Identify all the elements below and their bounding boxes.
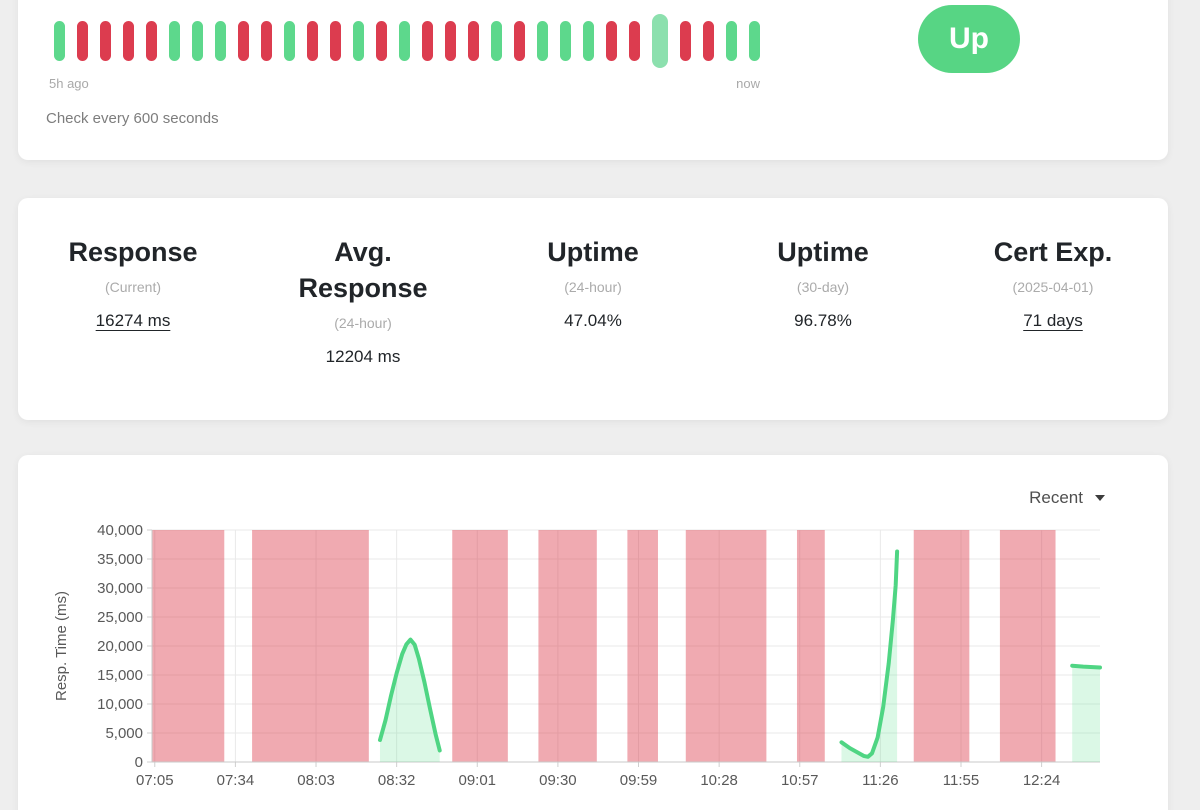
heartbeat-down — [330, 21, 341, 61]
heartbeat-start-time: 5h ago — [49, 76, 89, 91]
stats-row: Response (Current) 16274 ms Avg. Respons… — [18, 198, 1168, 367]
downtime-band — [797, 530, 825, 762]
heartbeat-down — [376, 21, 387, 61]
stat-subtitle: (2025-04-01) — [968, 279, 1138, 295]
x-tick-label: 09:01 — [458, 772, 496, 789]
response-area-segment — [1072, 666, 1100, 762]
stat-title: Cert Exp. — [968, 234, 1138, 270]
heartbeat-up — [583, 21, 594, 61]
y-tick-label: 35,000 — [97, 551, 143, 568]
monitor-page: 5h ago now Check every 600 seconds Up Re… — [0, 0, 1200, 810]
downtime-band — [452, 530, 508, 762]
heartbeat-down — [606, 21, 617, 61]
heartbeat-up — [169, 21, 180, 61]
y-tick-label: 25,000 — [97, 609, 143, 626]
heartbeat-end-time: now — [736, 76, 760, 91]
stat-value-uptime-24h: 47.04% — [564, 311, 622, 331]
downtime-band — [152, 530, 224, 762]
stat-value-cert-exp[interactable]: 71 days — [1023, 311, 1083, 331]
downtime-band — [914, 530, 970, 762]
heartbeat-down — [100, 21, 111, 61]
y-tick-label: 0 — [135, 754, 143, 771]
heartbeat-bar — [54, 13, 760, 69]
stat-subtitle: (30-day) — [738, 279, 908, 295]
heartbeat-down — [514, 21, 525, 61]
x-tick-label: 08:32 — [378, 772, 416, 789]
x-tick-label: 09:30 — [539, 772, 577, 789]
heartbeat-up — [749, 21, 760, 61]
heartbeat-down — [146, 21, 157, 61]
heartbeat-down — [468, 21, 479, 61]
stat-response-current: Response (Current) 16274 ms — [18, 234, 248, 367]
stat-value-response-current[interactable]: 16274 ms — [96, 311, 171, 331]
heartbeat-down — [77, 21, 88, 61]
heartbeat-down — [307, 21, 318, 61]
y-tick-label: 30,000 — [97, 580, 143, 597]
y-tick-label: 40,000 — [97, 522, 143, 539]
y-axis-title: Resp. Time (ms) — [53, 591, 70, 701]
downtime-band — [538, 530, 596, 762]
x-tick-label: 07:34 — [217, 772, 255, 789]
check-interval-text: Check every 600 seconds — [46, 110, 219, 127]
y-tick-label: 20,000 — [97, 638, 143, 655]
x-tick-label: 11:55 — [943, 772, 979, 789]
stat-uptime-30d: Uptime (30-day) 96.78% — [708, 234, 938, 367]
stat-title: Avg. Response — [278, 234, 448, 306]
stat-avg-response: Avg. Response (24-hour) 12204 ms — [248, 234, 478, 367]
x-tick-label: 12:24 — [1023, 772, 1061, 789]
heartbeat-down — [703, 21, 714, 61]
heartbeat-up — [192, 21, 203, 61]
x-tick-label: 09:59 — [620, 772, 658, 789]
heartbeat-up — [399, 21, 410, 61]
y-tick-label: 10,000 — [97, 696, 143, 713]
x-tick-label: 07:05 — [136, 772, 174, 789]
x-tick-label: 11:26 — [862, 772, 898, 789]
heartbeat-up — [726, 21, 737, 61]
heartbeat-up — [491, 21, 502, 61]
heartbeat-up — [652, 14, 668, 68]
chart-card: Recent 05,00010,00015,00020,00025,00030,… — [18, 455, 1168, 810]
heartbeat-up — [353, 21, 364, 61]
status-badge: Up — [918, 5, 1020, 73]
heartbeat-up — [537, 21, 548, 61]
stats-card: Response (Current) 16274 ms Avg. Respons… — [18, 198, 1168, 420]
x-tick-label: 08:03 — [297, 772, 335, 789]
stat-subtitle: (24-hour) — [278, 315, 448, 331]
heartbeat-down — [422, 21, 433, 61]
downtime-band — [686, 530, 767, 762]
stat-subtitle: (24-hour) — [508, 279, 678, 295]
heartbeat-up — [560, 21, 571, 61]
downtime-band — [627, 530, 658, 762]
x-tick-label: 10:28 — [700, 772, 738, 789]
status-card: 5h ago now Check every 600 seconds Up — [18, 0, 1168, 160]
heartbeat-down — [629, 21, 640, 61]
stat-value-avg-response: 12204 ms — [326, 347, 401, 367]
downtime-band — [252, 530, 369, 762]
stat-title: Uptime — [738, 234, 908, 270]
heartbeat-up — [284, 21, 295, 61]
response-line-segment — [1072, 666, 1100, 668]
stat-title: Response — [48, 234, 218, 270]
heartbeat-down — [680, 21, 691, 61]
response-chart: 0 5,000 10,000 15,000 20,000 25,000 30,000 35,0… — [18, 455, 1168, 810]
stat-value-uptime-30d: 96.78% — [794, 311, 852, 331]
heartbeat-up — [54, 21, 65, 61]
stat-title: Uptime — [508, 234, 678, 270]
heartbeat-down — [261, 21, 272, 61]
x-tick-label: 10:57 — [781, 772, 819, 789]
stat-uptime-24h: Uptime (24-hour) 47.04% — [478, 234, 708, 367]
heartbeat-down — [238, 21, 249, 61]
heartbeat-down — [445, 21, 456, 61]
stat-subtitle: (Current) — [48, 279, 218, 295]
stat-cert-exp: Cert Exp. (2025-04-01) 71 days — [938, 234, 1168, 367]
downtime-band — [1000, 530, 1056, 762]
y-tick-label: 5,000 — [105, 725, 143, 742]
y-tick-label: 15,000 — [97, 667, 143, 684]
heartbeat-down — [123, 21, 134, 61]
heartbeat-up — [215, 21, 226, 61]
